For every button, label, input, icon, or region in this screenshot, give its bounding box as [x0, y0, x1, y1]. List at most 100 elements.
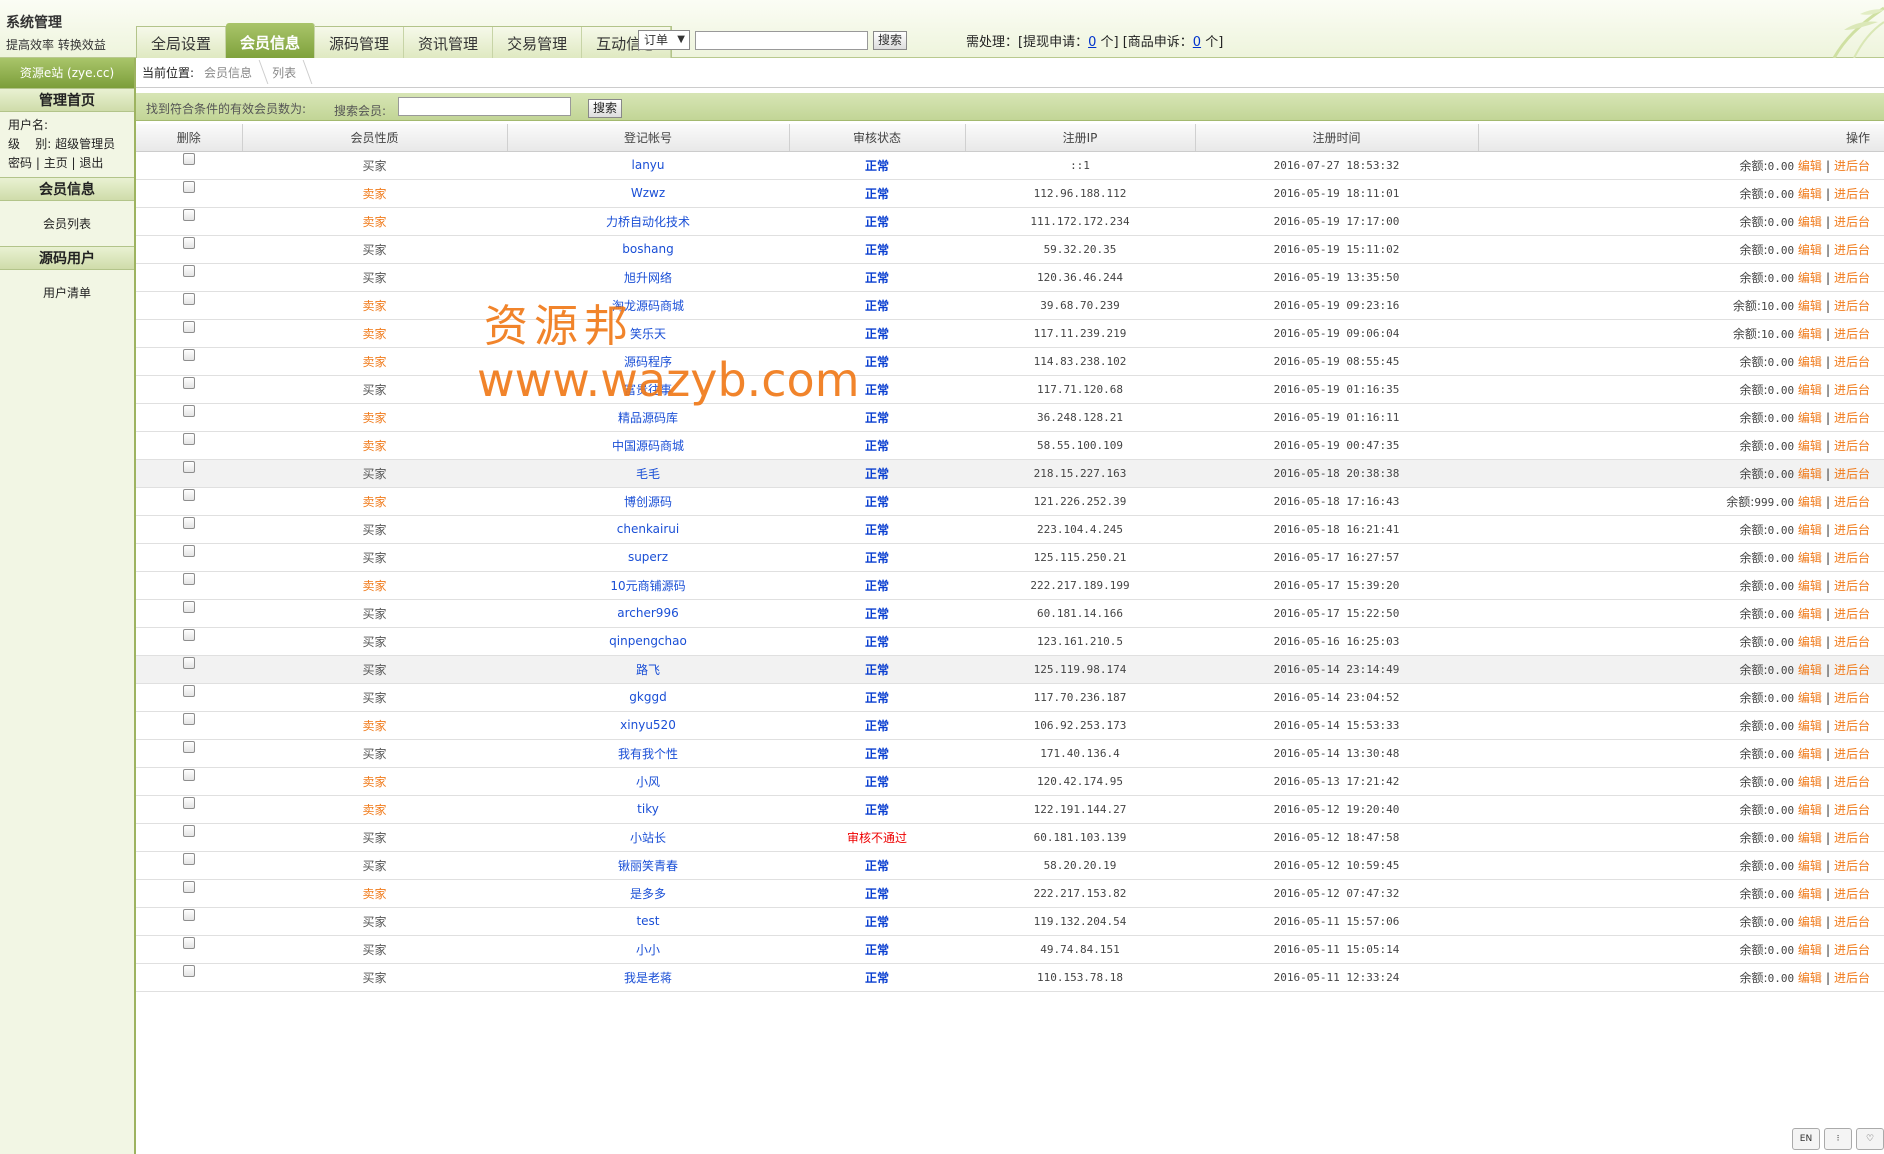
delete-checkbox[interactable] [183, 320, 195, 333]
tab-source-management[interactable]: 源码管理 [315, 27, 405, 58]
account-link[interactable]: superz [628, 550, 668, 564]
account-link[interactable]: 小站长 [630, 831, 666, 845]
account-link[interactable]: tiky [637, 802, 659, 816]
member-search-button[interactable]: 搜索 [588, 99, 623, 118]
enter-backend-link[interactable]: 进后台 [1834, 383, 1870, 397]
header-search-button[interactable]: 搜索 [873, 31, 908, 50]
enter-backend-link[interactable]: 进后台 [1834, 299, 1870, 313]
delete-checkbox[interactable] [183, 852, 195, 865]
tab-member-info[interactable]: 会员信息 [226, 23, 316, 58]
delete-checkbox[interactable] [183, 208, 195, 221]
delete-checkbox[interactable] [183, 880, 195, 893]
edit-link[interactable]: 编辑 [1798, 607, 1822, 621]
account-link[interactable]: 旭升网络 [624, 271, 672, 285]
edit-link[interactable]: 编辑 [1798, 887, 1822, 901]
edit-link[interactable]: 编辑 [1798, 467, 1822, 481]
delete-checkbox[interactable] [183, 684, 195, 697]
delete-checkbox[interactable] [183, 908, 195, 921]
edit-link[interactable]: 编辑 [1798, 411, 1822, 425]
tab-news-management[interactable]: 资讯管理 [404, 27, 494, 58]
edit-link[interactable]: 编辑 [1798, 943, 1822, 957]
account-link[interactable]: 笑乐天 [630, 327, 666, 341]
account-link[interactable]: 锹丽笑青春 [618, 859, 678, 873]
tab-trade-management[interactable]: 交易管理 [493, 27, 583, 58]
account-link[interactable]: 我是老蒋 [624, 971, 672, 985]
delete-checkbox[interactable] [183, 740, 195, 753]
edit-link[interactable]: 编辑 [1798, 439, 1822, 453]
ime-lang-button[interactable]: EN [1792, 1128, 1820, 1150]
account-link[interactable]: gkggd [629, 690, 666, 704]
account-link[interactable]: 精品源码库 [618, 411, 678, 425]
delete-checkbox[interactable] [183, 376, 195, 389]
account-link[interactable]: test [636, 914, 659, 928]
edit-link[interactable]: 编辑 [1798, 187, 1822, 201]
enter-backend-link[interactable]: 进后台 [1834, 159, 1870, 173]
account-link[interactable]: xinyu520 [620, 718, 676, 732]
sidebar-item-user-list[interactable]: 用户清单 [0, 270, 134, 315]
delete-checkbox[interactable] [183, 600, 195, 613]
ime-menu-icon[interactable]: ⁝ [1824, 1128, 1852, 1150]
edit-link[interactable]: 编辑 [1798, 691, 1822, 705]
edit-link[interactable]: 编辑 [1798, 551, 1822, 565]
edit-link[interactable]: 编辑 [1798, 299, 1822, 313]
edit-link[interactable]: 编辑 [1798, 635, 1822, 649]
delete-checkbox[interactable] [183, 236, 195, 249]
edit-link[interactable]: 编辑 [1798, 803, 1822, 817]
account-link[interactable]: lanyu [632, 158, 665, 172]
account-link[interactable]: 博创源码 [624, 495, 672, 509]
enter-backend-link[interactable]: 进后台 [1834, 607, 1870, 621]
edit-link[interactable]: 编辑 [1798, 719, 1822, 733]
edit-link[interactable]: 编辑 [1798, 243, 1822, 257]
account-link[interactable]: 我有我个性 [618, 747, 678, 761]
account-link[interactable]: 毛毛 [636, 467, 660, 481]
breadcrumb-item-member[interactable]: 会员信息 [194, 64, 262, 81]
sidebar-heading-home[interactable]: 管理首页 [0, 88, 134, 112]
account-link[interactable]: 中国源码商城 [612, 439, 684, 453]
edit-link[interactable]: 编辑 [1798, 383, 1822, 397]
delete-checkbox[interactable] [183, 796, 195, 809]
edit-link[interactable]: 编辑 [1798, 215, 1822, 229]
delete-checkbox[interactable] [183, 404, 195, 417]
edit-link[interactable]: 编辑 [1798, 271, 1822, 285]
account-link[interactable]: chenkairui [617, 522, 680, 536]
edit-link[interactable]: 编辑 [1798, 663, 1822, 677]
account-link[interactable]: archer996 [617, 606, 678, 620]
member-search-input[interactable] [398, 97, 571, 116]
delete-checkbox[interactable] [183, 656, 195, 669]
enter-backend-link[interactable]: 进后台 [1834, 439, 1870, 453]
sidebar-heading-source-user[interactable]: 源码用户 [0, 246, 134, 270]
enter-backend-link[interactable]: 进后台 [1834, 971, 1870, 985]
enter-backend-link[interactable]: 进后台 [1834, 523, 1870, 537]
site-link[interactable]: 资源e站 (zye.cc) [0, 58, 134, 88]
search-type-select[interactable]: 订单 ▼ [638, 30, 690, 50]
account-link[interactable]: 力桥自动化技术 [606, 215, 690, 229]
delete-checkbox[interactable] [183, 768, 195, 781]
delete-checkbox[interactable] [183, 628, 195, 641]
enter-backend-link[interactable]: 进后台 [1834, 411, 1870, 425]
edit-link[interactable]: 编辑 [1798, 775, 1822, 789]
edit-link[interactable]: 编辑 [1798, 971, 1822, 985]
delete-checkbox[interactable] [183, 936, 195, 949]
edit-link[interactable]: 编辑 [1798, 831, 1822, 845]
enter-backend-link[interactable]: 进后台 [1834, 271, 1870, 285]
edit-link[interactable]: 编辑 [1798, 159, 1822, 173]
edit-link[interactable]: 编辑 [1798, 495, 1822, 509]
delete-checkbox[interactable] [183, 180, 195, 193]
header-search-input[interactable] [695, 31, 868, 50]
edit-link[interactable]: 编辑 [1798, 579, 1822, 593]
enter-backend-link[interactable]: 进后台 [1834, 719, 1870, 733]
sidebar-item-member-list[interactable]: 会员列表 [0, 201, 134, 246]
enter-backend-link[interactable]: 进后台 [1834, 691, 1870, 705]
edit-link[interactable]: 编辑 [1798, 915, 1822, 929]
edit-link[interactable]: 编辑 [1798, 327, 1822, 341]
tab-global-settings[interactable]: 全局设置 [137, 27, 227, 58]
enter-backend-link[interactable]: 进后台 [1834, 747, 1870, 761]
ime-heart-icon[interactable]: ♡ [1856, 1128, 1884, 1150]
enter-backend-link[interactable]: 进后台 [1834, 831, 1870, 845]
account-link[interactable]: 小风 [636, 775, 660, 789]
delete-checkbox[interactable] [183, 824, 195, 837]
home-link[interactable]: 主页 [44, 156, 68, 170]
enter-backend-link[interactable]: 进后台 [1834, 859, 1870, 873]
enter-backend-link[interactable]: 进后台 [1834, 355, 1870, 369]
enter-backend-link[interactable]: 进后台 [1834, 551, 1870, 565]
